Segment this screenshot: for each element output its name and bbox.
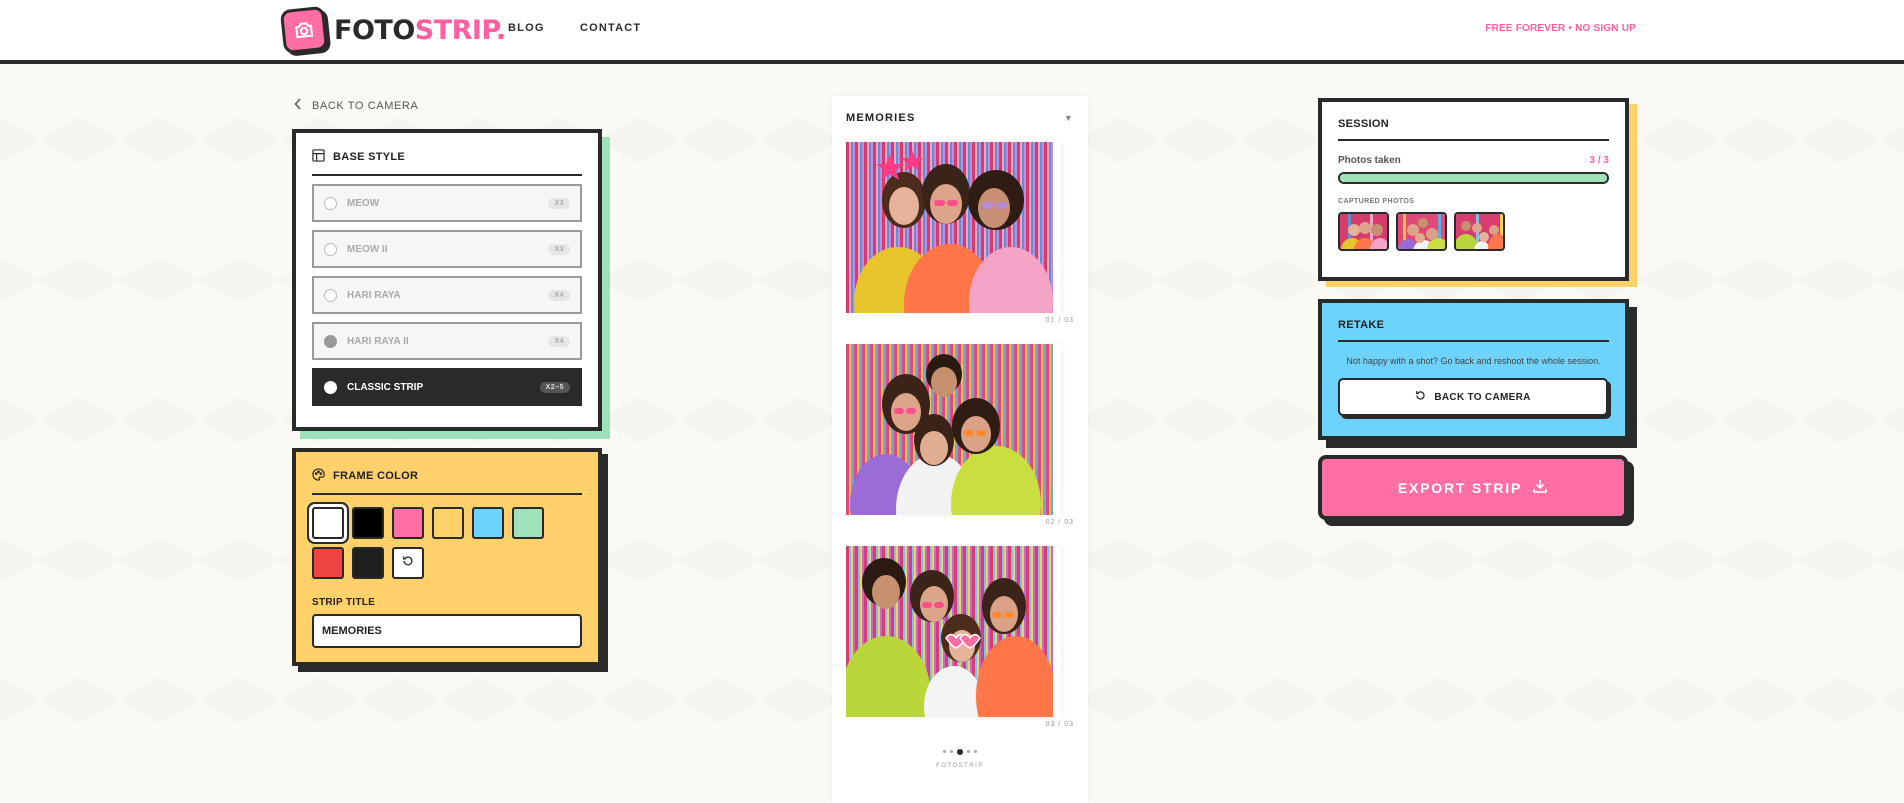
style-option-label: CLASSIC STRIP <box>347 381 424 393</box>
style-option-classic-strip[interactable]: CLASSIC STRIP X2–5 <box>312 368 582 406</box>
style-option-label: HARI RAYA II <box>347 335 409 347</box>
swatch-dark[interactable] <box>352 547 384 579</box>
retake-panel: RETAKE Not happy with a shot? Go back an… <box>1318 299 1629 440</box>
strip-footer: FOTOSTRIP <box>936 763 984 769</box>
captured-thumb-1[interactable] <box>1338 212 1389 251</box>
base-style-header: BASE STYLE <box>312 149 582 176</box>
swatch-black[interactable] <box>352 507 384 539</box>
frame-color-header: FRAME COLOR <box>312 468 582 495</box>
swatch-white[interactable] <box>312 507 344 539</box>
radio-icon <box>324 288 337 302</box>
photo-block: 02 / 03 <box>846 344 1074 526</box>
style-option-tag: X3 <box>548 197 570 209</box>
swatch-red[interactable] <box>312 547 344 579</box>
photos-progress-bar <box>1338 172 1609 184</box>
style-option-hari-raya[interactable]: HARI RAYA X4 <box>312 276 582 314</box>
reset-color-button[interactable] <box>392 547 424 579</box>
swatch-green[interactable] <box>512 507 544 539</box>
back-to-camera-link[interactable]: BACK TO CAMERA <box>294 98 418 113</box>
style-option-label: HARI RAYA <box>347 289 401 301</box>
strip-title: MEMORIES <box>846 112 916 124</box>
style-option-tag: X4 <box>548 335 570 347</box>
photos-progress-fill <box>1340 174 1607 182</box>
dot-icon <box>974 750 977 753</box>
camera-icon <box>279 5 329 55</box>
photo-number: 03 / 03 <box>1045 721 1074 728</box>
strip-dots <box>846 749 1074 755</box>
session-header: SESSION <box>1338 118 1609 141</box>
style-option-meow[interactable]: MEOW X3 <box>312 184 582 222</box>
session-title: SESSION <box>1338 118 1390 130</box>
style-option-tag: X2–5 <box>539 381 570 393</box>
frame-color-panel: FRAME COLOR STRIP TITLE <box>292 448 602 666</box>
back-to-camera-label: BACK TO CAMERA <box>312 99 419 112</box>
brand-name-part1: FOTO <box>334 14 415 46</box>
retake-header: RETAKE <box>1338 319 1609 342</box>
caret-down-icon[interactable]: ▼ <box>1064 113 1074 123</box>
captured-thumbs <box>1338 212 1609 251</box>
style-option-label: MEOW <box>347 197 380 209</box>
export-strip-button[interactable]: EXPORT STRIP <box>1318 455 1628 520</box>
style-option-label: MEOW II <box>347 243 388 255</box>
strip-photo-3 <box>846 546 1061 717</box>
chevron-left-icon <box>294 98 302 113</box>
radio-selected-icon <box>324 380 337 394</box>
radio-icon <box>324 242 337 256</box>
photos-taken-value: 3 / 3 <box>1589 155 1609 166</box>
retake-description: Not happy with a shot? Go back and resho… <box>1346 356 1601 366</box>
photos-taken-row: Photos taken 3 / 3 <box>1338 155 1609 166</box>
export-strip-label: EXPORT STRIP <box>1397 479 1523 496</box>
strip-title-input[interactable] <box>312 614 582 648</box>
base-style-panel: BASE STYLE MEOW X3 MEOW II X3 HARI RAYA … <box>292 129 602 431</box>
strip-title-label: STRIP TITLE <box>312 597 376 608</box>
palette-icon <box>312 468 325 484</box>
captured-photos-label: CAPTURED PHOTOS <box>1338 198 1415 205</box>
style-option-tag: X3 <box>548 243 570 255</box>
style-option-meow-ii[interactable]: MEOW II X3 <box>312 230 582 268</box>
top-bar: FOTOSTRIP. BLOG CONTACT FREE FOREVER • N… <box>0 0 1904 64</box>
download-icon <box>1532 478 1548 497</box>
dot-icon <box>967 750 970 753</box>
reset-icon <box>1415 390 1426 404</box>
captured-thumb-3[interactable] <box>1454 212 1505 251</box>
swatch-yellow[interactable] <box>432 507 464 539</box>
nav-contact[interactable]: CONTACT <box>580 22 641 34</box>
brand-name-part2: STRIP. <box>414 14 506 46</box>
photo-number: 02 / 03 <box>1045 519 1074 526</box>
photo-block: 03 / 03 <box>846 546 1074 728</box>
brand-name: FOTOSTRIP. <box>334 15 506 46</box>
base-style-title: BASE STYLE <box>333 151 406 163</box>
back-to-camera-button[interactable]: BACK TO CAMERA <box>1338 378 1608 416</box>
style-option-tag: X4 <box>548 289 570 301</box>
captured-thumb-2[interactable] <box>1396 212 1447 251</box>
reset-icon <box>402 554 414 572</box>
dot-icon <box>957 749 963 755</box>
strip-photo-2 <box>846 344 1061 515</box>
strip-header: MEMORIES ▼ <box>846 112 1074 124</box>
session-panel: SESSION Photos taken 3 / 3 CAPTURED PHOT… <box>1318 98 1629 281</box>
photos-taken-label: Photos taken <box>1338 155 1401 166</box>
style-option-hari-raya-ii[interactable]: HARI RAYA II X4 <box>312 322 582 360</box>
radio-icon <box>324 334 337 348</box>
photo-block: 01 / 03 <box>846 142 1074 324</box>
retake-title: RETAKE <box>1338 319 1385 331</box>
frame-color-title: FRAME COLOR <box>333 470 419 482</box>
logo[interactable]: FOTOSTRIP. <box>279 5 506 55</box>
radio-icon <box>324 196 337 210</box>
layout-icon <box>312 149 325 165</box>
swatch-pink[interactable] <box>392 507 424 539</box>
dot-icon <box>950 750 953 753</box>
back-to-camera-button-label: BACK TO CAMERA <box>1434 391 1531 403</box>
tagline: FREE FOREVER • NO SIGN UP <box>1485 23 1636 34</box>
strip-preview: MEMORIES ▼ 01 / 03 02 / 03 03 / 03 FOTOS… <box>832 96 1088 803</box>
nav-blog[interactable]: BLOG <box>508 22 545 34</box>
photo-number: 01 / 03 <box>1045 317 1074 324</box>
dot-icon <box>943 750 946 753</box>
swatch-blue[interactable] <box>472 507 504 539</box>
color-swatches <box>312 507 582 579</box>
strip-photo-1 <box>846 142 1061 313</box>
